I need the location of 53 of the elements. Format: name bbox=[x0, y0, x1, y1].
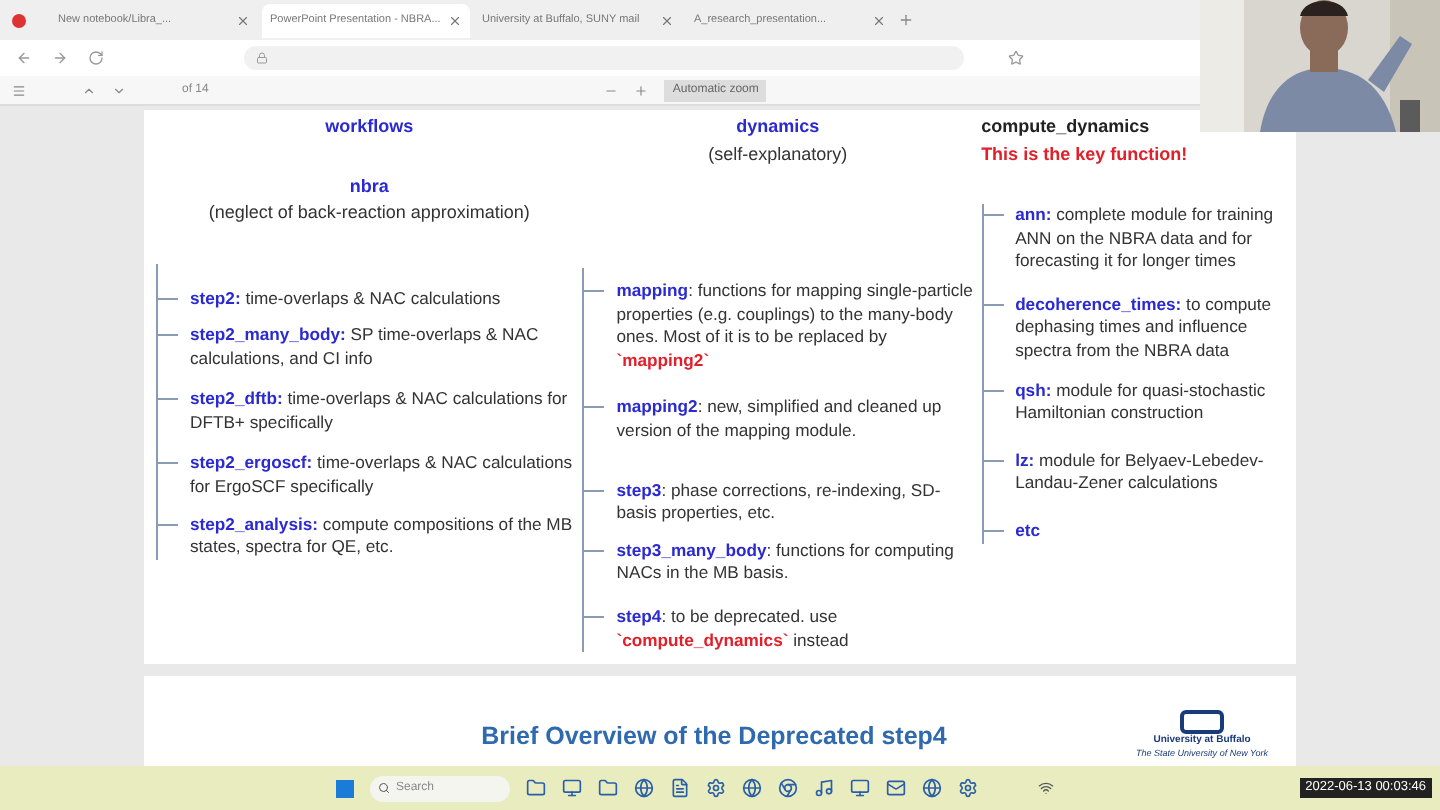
close-icon[interactable] bbox=[872, 13, 886, 27]
start-icon[interactable] bbox=[336, 779, 354, 797]
module-description: step2: time-overlaps & NAC calculations bbox=[190, 287, 501, 311]
column-note: (self-explanatory) bbox=[708, 141, 848, 168]
module-description: step2_dftb: time-overlaps & NAC calculations for DFTB+ specifically bbox=[190, 388, 570, 435]
module-description: step3: phase corrections, re-indexing, SD-basis properties, etc. bbox=[616, 479, 943, 526]
taskbar-app-icon[interactable] bbox=[526, 778, 546, 798]
module-description: etc bbox=[1015, 519, 1040, 544]
taskbar-app-icon[interactable] bbox=[562, 778, 582, 798]
taskbar-app-icon[interactable] bbox=[922, 778, 942, 798]
key-function-note: This is the key function! bbox=[981, 141, 1188, 168]
browser-icon[interactable] bbox=[12, 13, 26, 27]
search-icon bbox=[378, 782, 390, 794]
next-page-icon[interactable] bbox=[112, 83, 126, 97]
module-description: step2_analysis: compute compositions of the MB states, spectra for QE, etc. bbox=[190, 513, 575, 560]
taskbar-app-icon[interactable] bbox=[742, 778, 762, 798]
module-description: step2_ergoscf: time-overlaps & NAC calculations for ErgoSCF specifically bbox=[190, 452, 575, 500]
back-icon[interactable] bbox=[16, 50, 32, 66]
module-description: mapping2: new, simplified and cleaned up version of the mapping module. bbox=[616, 396, 944, 444]
forward-icon[interactable] bbox=[52, 50, 68, 66]
module-description: mapping: functions for mapping single-particle properties (e.g. couplings) to the many-body ones. Most of it is to be replaced by `mapping2` bbox=[616, 280, 974, 373]
taskbar-app-icon[interactable] bbox=[886, 778, 906, 798]
taskbar-app-icon[interactable] bbox=[814, 778, 834, 798]
module-description: step3_many_body: functions for computing NACs in the MB basis. bbox=[616, 539, 956, 586]
star-icon[interactable] bbox=[1008, 50, 1024, 66]
module-description: qsh: module for quasi-stochastic Hamiltonian construction bbox=[1015, 379, 1268, 426]
column-header: compute_dynamics bbox=[981, 114, 1150, 140]
column-subheader: nbra bbox=[349, 173, 389, 199]
taskbar-app-icon[interactable] bbox=[598, 778, 618, 798]
previous-page-icon[interactable] bbox=[82, 83, 96, 97]
taskbar-app-icon[interactable] bbox=[706, 778, 726, 798]
wifi-icon[interactable] bbox=[1038, 780, 1054, 796]
close-icon[interactable] bbox=[448, 13, 462, 27]
close-icon[interactable] bbox=[236, 13, 250, 27]
module-description: step2_many_body: SP time-overlaps & NAC calculations, and CI info bbox=[190, 324, 541, 371]
reload-icon[interactable] bbox=[88, 50, 104, 66]
module-description: lz: module for Belyaev-Lebedev-Landau-Zener calculations bbox=[1015, 449, 1266, 496]
column-header: dynamics bbox=[736, 114, 820, 140]
taskbar-app-icon[interactable] bbox=[778, 778, 798, 798]
taskbar-app-icon[interactable] bbox=[670, 778, 690, 798]
sidebar-toggle-icon[interactable] bbox=[12, 83, 26, 97]
column-header: workflows bbox=[325, 114, 414, 140]
new-tab-icon[interactable] bbox=[898, 12, 914, 28]
taskbar-app-icon[interactable] bbox=[850, 778, 870, 798]
slide-title: Brief Overview of the Deprecated step4 bbox=[479, 719, 949, 754]
module-description: step4: to be deprecated. use `compute_dynamics` instead bbox=[616, 605, 851, 653]
column-note: (neglect of back-reaction approximation) bbox=[208, 200, 530, 226]
module-description: decoherence_times: to compute dephasing times and influence spectra from the NBRA data bbox=[1015, 293, 1274, 364]
taskbar-app-icon[interactable] bbox=[958, 778, 978, 798]
taskbar-app-icon[interactable] bbox=[634, 778, 654, 798]
lock-icon bbox=[256, 52, 268, 64]
module-description: ann: complete module for training ANN on the NBRA data and for forecasting it for longer times bbox=[1015, 204, 1276, 274]
close-icon[interactable] bbox=[660, 13, 674, 27]
